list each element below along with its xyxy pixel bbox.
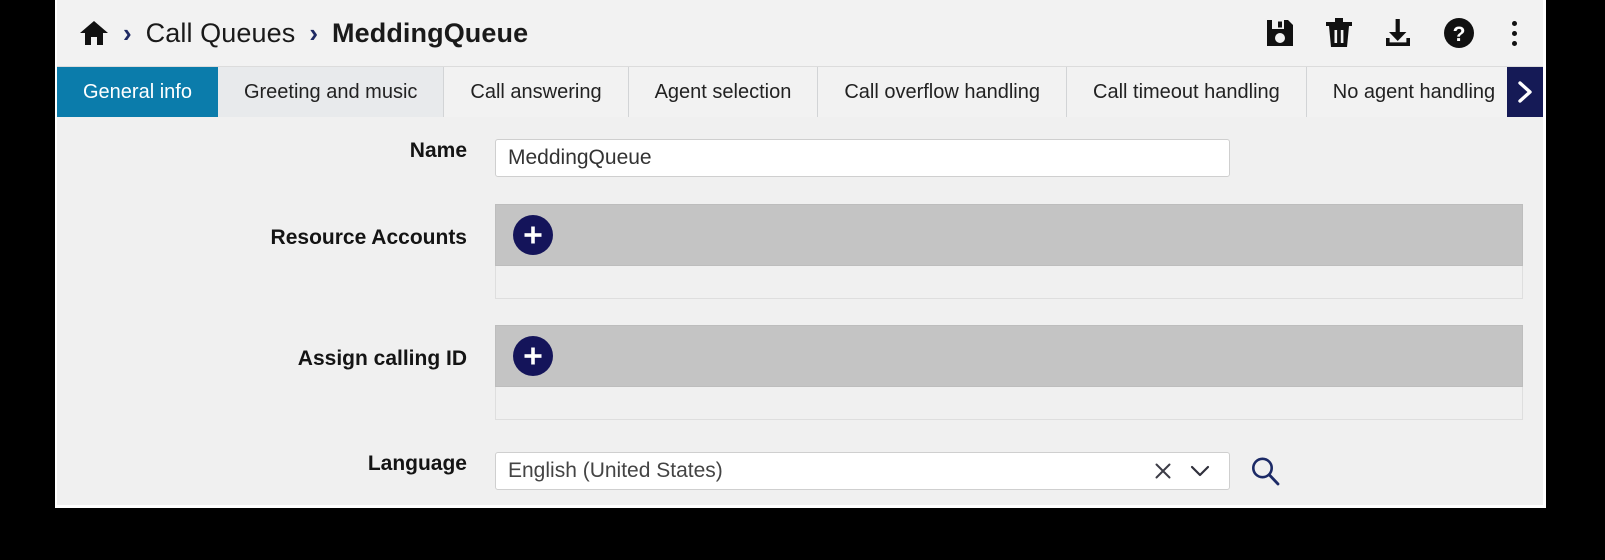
help-circle-icon[interactable]: ? <box>1442 16 1476 50</box>
tab-label: Call timeout handling <box>1093 80 1280 103</box>
assign-calling-id-label: Assign calling ID <box>297 347 467 370</box>
kebab-dot <box>1512 40 1517 46</box>
tab-call-timeout-handling[interactable]: Call timeout handling <box>1067 67 1307 117</box>
application-window: › Call Queues › MeddingQueue ? General i… <box>55 0 1546 508</box>
tab-bar: General info Greeting and music Call ans… <box>57 67 1543 117</box>
assign-calling-id-picker <box>495 325 1523 420</box>
chevron-down-icon[interactable] <box>1181 463 1219 479</box>
language-combobox[interactable]: English (United States) <box>495 452 1230 490</box>
breadcrumb-item-current: MeddingQueue <box>332 17 529 48</box>
tab-label: General info <box>83 80 192 103</box>
add-resource-account-button[interactable] <box>513 215 553 255</box>
assign-calling-id-list[interactable] <box>495 387 1523 420</box>
plus-icon <box>524 226 542 244</box>
kebab-dot <box>1512 30 1517 36</box>
resource-accounts-picker <box>495 204 1523 299</box>
breadcrumb: › Call Queues › MeddingQueue <box>79 18 1264 49</box>
tab-label: No agent handling <box>1332 80 1496 103</box>
tab-call-overflow-handling[interactable]: Call overflow handling <box>818 67 1067 117</box>
resource-accounts-toolbar <box>495 204 1523 266</box>
svg-text:?: ? <box>1453 23 1466 46</box>
name-label: Name <box>409 139 467 162</box>
save-floppy-icon[interactable] <box>1264 17 1296 49</box>
search-icon[interactable] <box>1248 454 1282 488</box>
chevron-right-icon <box>1518 81 1532 103</box>
form-row-assign-calling-id: Assign calling ID <box>57 325 1543 420</box>
tab-label: Call overflow handling <box>844 80 1040 103</box>
header-actions: ? <box>1264 16 1525 50</box>
tab-label: Call answering <box>470 80 602 103</box>
breadcrumb-separator-1: › <box>123 18 132 48</box>
language-label: Language <box>367 452 467 475</box>
kebab-dot <box>1512 20 1517 26</box>
tab-label: Agent selection <box>654 80 792 103</box>
plus-icon <box>524 347 542 365</box>
name-input-value: MeddingQueue <box>508 146 652 169</box>
tab-scroll-next-button[interactable] <box>1507 67 1543 117</box>
download-icon[interactable] <box>1382 17 1414 49</box>
breadcrumb-item-call-queues[interactable]: Call Queues <box>146 18 296 49</box>
screen-root: › Call Queues › MeddingQueue ? General i… <box>0 0 1605 560</box>
header-bar: › Call Queues › MeddingQueue ? <box>57 0 1543 67</box>
kebab-menu-icon[interactable] <box>1504 19 1525 48</box>
home-icon[interactable] <box>79 19 109 47</box>
tab-call-answering[interactable]: Call answering <box>444 67 629 117</box>
tab-greeting-and-music[interactable]: Greeting and music <box>217 67 445 117</box>
trash-icon[interactable] <box>1324 17 1354 49</box>
add-calling-id-button[interactable] <box>513 336 553 376</box>
tab-no-agent-handling[interactable]: No agent handling <box>1306 67 1523 117</box>
name-input[interactable]: MeddingQueue <box>495 139 1230 177</box>
form-row-resource-accounts: Resource Accounts <box>57 204 1543 299</box>
breadcrumb-separator-2: › <box>309 18 319 48</box>
tab-general-info[interactable]: General info <box>57 67 218 117</box>
language-value: English (United States) <box>508 459 723 482</box>
form-row-name: Name MeddingQueue <box>57 139 1543 177</box>
language-control-group: English (United States) <box>495 452 1523 490</box>
resource-accounts-list[interactable] <box>495 266 1523 299</box>
form-general-info: Name MeddingQueue Resource Accounts Assi… <box>57 117 1543 505</box>
tab-label: Greeting and music <box>243 80 418 103</box>
form-row-language: Language English (United States) <box>57 452 1543 490</box>
resource-accounts-label: Resource Accounts <box>270 226 467 249</box>
assign-calling-id-toolbar <box>495 325 1523 387</box>
close-x-icon[interactable] <box>1145 461 1181 481</box>
tab-agent-selection[interactable]: Agent selection <box>628 67 819 117</box>
